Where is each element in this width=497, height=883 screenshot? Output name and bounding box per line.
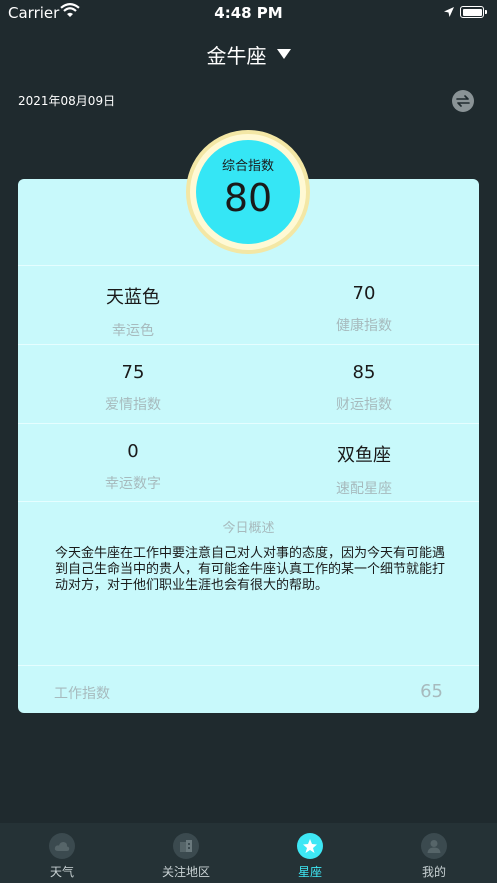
tab-bar: 天气 关注地区 星座 我的	[0, 823, 497, 883]
work-index-value: 65	[420, 681, 443, 702]
divider	[18, 665, 479, 666]
status-bar: Carrier 4:48 PM	[0, 0, 497, 26]
tab-label: 我的	[421, 865, 446, 879]
lucky-number-value: 0	[127, 441, 139, 462]
wealth-index-cell: 85 财运指数	[249, 362, 479, 414]
match-sign-label: 速配星座	[336, 481, 392, 497]
divider	[18, 423, 479, 424]
overview-title: 今日概述	[222, 521, 275, 536]
match-sign-value: 双鱼座	[337, 445, 391, 466]
love-index-label: 爱情指数	[105, 397, 161, 413]
health-index-label: 健康指数	[336, 318, 392, 334]
lucky-color-value: 天蓝色	[106, 287, 160, 308]
health-index-cell: 70 健康指数	[249, 283, 479, 335]
tab-label: 星座	[297, 865, 322, 879]
tab-weather[interactable]: 天气	[0, 823, 124, 883]
lucky-number-label: 幸运数字	[105, 476, 161, 492]
divider	[18, 344, 479, 345]
tab-horoscope[interactable]: 星座	[248, 823, 372, 883]
divider	[18, 501, 479, 502]
match-sign-cell: 双鱼座 速配星座	[249, 441, 479, 498]
constellation-selector[interactable]: 金牛座	[0, 38, 497, 70]
love-index-value: 75	[121, 362, 145, 383]
wealth-index-label: 财运指数	[336, 397, 392, 413]
location-arrow-icon	[444, 7, 454, 17]
divider	[18, 265, 479, 266]
page-title: 金牛座	[206, 43, 267, 68]
lucky-color-label: 幸运色	[112, 323, 154, 339]
overview-text: 今天金牛座在工作中要注意自己对人对事的态度，因为今天有可能遇到自己生命当中的贵人…	[55, 546, 446, 593]
swap-icon[interactable]	[452, 90, 474, 112]
star-icon	[297, 833, 323, 859]
tab-profile[interactable]: 我的	[372, 823, 496, 883]
overall-score-badge: 综合指数 80	[186, 130, 310, 254]
wealth-index-value: 85	[352, 362, 376, 383]
love-index-cell: 75 爱情指数	[18, 362, 248, 414]
cloud-icon	[49, 833, 75, 859]
battery-icon	[460, 6, 487, 18]
caret-down-icon	[276, 49, 291, 59]
horoscope-card: 天蓝色 幸运色 70 健康指数 75 爱情指数 85 财运指数 0 幸运数字 双…	[18, 179, 479, 713]
building-icon	[173, 833, 199, 859]
overall-score-value: 80	[223, 176, 273, 220]
tab-label: 关注地区	[161, 865, 210, 879]
lucky-color-cell: 天蓝色 幸运色	[18, 283, 248, 340]
clock: 4:48 PM	[214, 4, 283, 22]
overall-score-inner: 综合指数 80	[196, 140, 300, 244]
health-index-value: 70	[352, 283, 376, 304]
work-index-label: 工作指数	[54, 686, 110, 702]
date-row: 2021年08月09日	[18, 90, 478, 112]
overall-score-label: 综合指数	[221, 159, 274, 174]
tab-label: 天气	[49, 865, 74, 879]
lucky-number-cell: 0 幸运数字	[18, 441, 248, 493]
user-icon	[421, 833, 447, 859]
tab-followed-areas[interactable]: 关注地区	[124, 823, 248, 883]
date-label: 2021年08月09日	[18, 94, 116, 108]
